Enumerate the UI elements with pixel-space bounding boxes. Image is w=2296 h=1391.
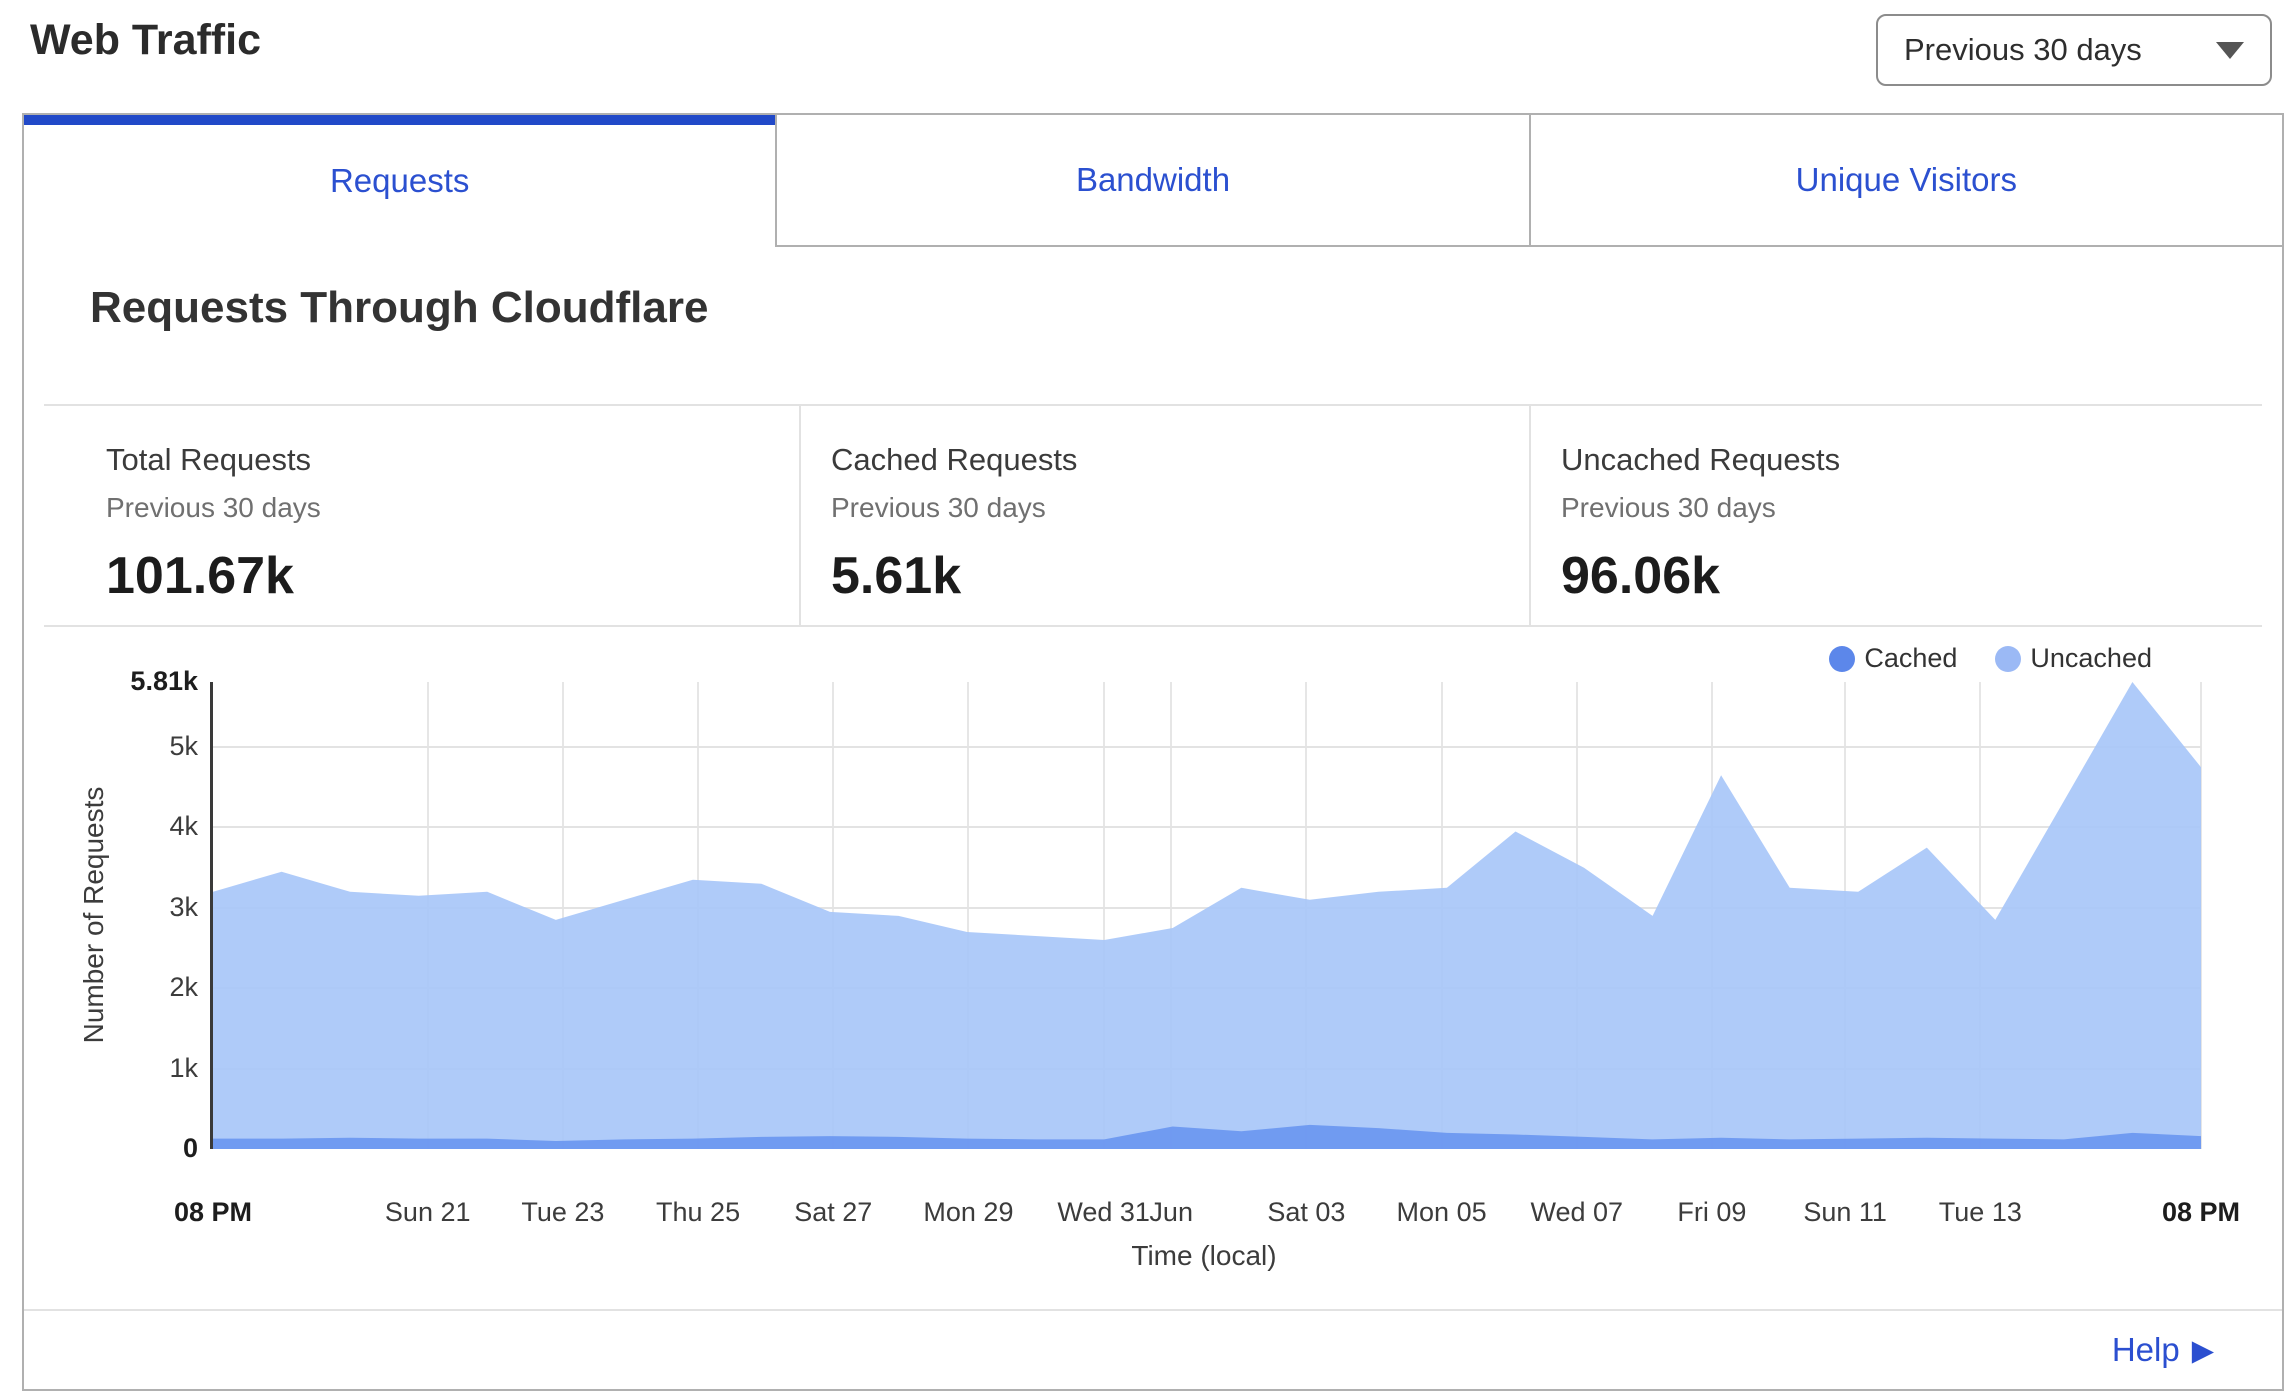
date-range-selector[interactable]: Previous 30 days xyxy=(1876,14,2272,86)
stat-period: Previous 30 days xyxy=(1561,492,2282,524)
y-tick-label: 5.81k xyxy=(68,666,198,697)
y-tick-label: 3k xyxy=(68,892,198,923)
x-tick-label: Sun 21 xyxy=(385,1197,471,1228)
y-tick-label: 1k xyxy=(68,1053,198,1084)
panel-heading: Requests Through Cloudflare xyxy=(90,283,2282,333)
x-tick-label: Thu 25 xyxy=(656,1197,740,1228)
page-title: Web Traffic xyxy=(30,16,261,65)
chart-legend: Cached Uncached xyxy=(1829,643,2152,674)
x-tick-label: Sat 03 xyxy=(1267,1197,1345,1228)
panel-footer: Help ▶ xyxy=(24,1309,2282,1389)
x-tick-label: Fri 09 xyxy=(1677,1197,1746,1228)
stat-cached-requests: Cached Requests Previous 30 days 5.61k xyxy=(799,406,1529,625)
tab-bar: Requests Bandwidth Unique Visitors xyxy=(24,115,2282,247)
chevron-down-icon xyxy=(2216,42,2244,59)
tab-unique-visitors[interactable]: Unique Visitors xyxy=(1529,115,2282,247)
stat-value: 101.67k xyxy=(106,546,799,606)
help-link[interactable]: Help ▶ xyxy=(2112,1331,2214,1369)
tab-requests[interactable]: Requests xyxy=(24,115,775,247)
uncached-area-series xyxy=(213,682,2201,1149)
stat-label: Total Requests xyxy=(106,442,799,478)
legend-item-cached[interactable]: Cached xyxy=(1829,643,1957,674)
legend-label: Uncached xyxy=(2030,643,2152,674)
tab-unique-visitors-label: Unique Visitors xyxy=(1796,161,2017,199)
y-tick-label: 2k xyxy=(68,972,198,1003)
x-tick-label: 08 PM xyxy=(2162,1197,2240,1228)
y-tick-label: 0 xyxy=(68,1133,198,1164)
requests-chart: CachedUncached Number of Requests 5.81k5… xyxy=(24,627,2282,1309)
stat-label: Cached Requests xyxy=(831,442,1529,478)
date-range-value: Previous 30 days xyxy=(1904,32,2142,68)
plot-area[interactable] xyxy=(210,682,2201,1149)
tab-requests-label: Requests xyxy=(330,162,469,200)
stat-uncached-requests: Uncached Requests Previous 30 days 96.06… xyxy=(1529,406,2282,625)
stats-row: Total Requests Previous 30 days 101.67k … xyxy=(24,406,2282,625)
help-arrow-icon: ▶ xyxy=(2192,1333,2214,1368)
stat-period: Previous 30 days xyxy=(831,492,1529,524)
x-axis-title: Time (local) xyxy=(1131,1240,1276,1272)
x-tick-label: Jun xyxy=(1149,1197,1193,1228)
tab-bandwidth-label: Bandwidth xyxy=(1076,161,1230,199)
x-tick-label: Tue 13 xyxy=(1939,1197,2022,1228)
x-tick-label: Mon 29 xyxy=(923,1197,1013,1228)
stat-total-requests: Total Requests Previous 30 days 101.67k xyxy=(24,406,799,625)
stat-label: Uncached Requests xyxy=(1561,442,2282,478)
help-link-label: Help xyxy=(2112,1331,2180,1369)
legend-label: Cached xyxy=(1864,643,1957,674)
legend-dot-icon xyxy=(1995,646,2021,672)
x-tick-label: Wed 07 xyxy=(1530,1197,1623,1228)
x-tick-label: 08 PM xyxy=(174,1197,252,1228)
web-traffic-panel: Requests Bandwidth Unique Visitors Reque… xyxy=(22,113,2284,1391)
tab-bandwidth[interactable]: Bandwidth xyxy=(775,115,1528,247)
x-tick-label: Tue 23 xyxy=(521,1197,604,1228)
legend-dot-icon xyxy=(1829,646,1855,672)
stat-value: 96.06k xyxy=(1561,546,2282,606)
y-tick-label: 5k xyxy=(68,731,198,762)
x-tick-label: Sat 27 xyxy=(794,1197,872,1228)
x-tick-label: Wed 31 xyxy=(1057,1197,1150,1228)
legend-item-uncached[interactable]: Uncached xyxy=(1995,643,2152,674)
x-tick-label: Sun 11 xyxy=(1803,1197,1887,1228)
y-tick-label: 4k xyxy=(68,811,198,842)
x-tick-label: Mon 05 xyxy=(1397,1197,1487,1228)
stat-value: 5.61k xyxy=(831,546,1529,606)
stat-period: Previous 30 days xyxy=(106,492,799,524)
